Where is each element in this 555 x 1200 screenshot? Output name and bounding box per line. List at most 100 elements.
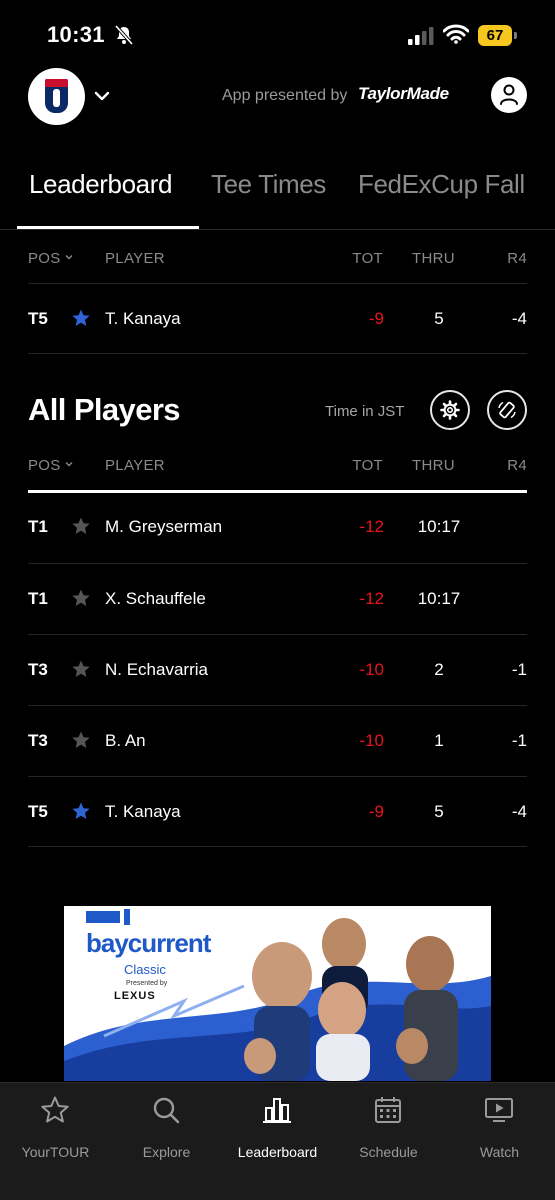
player-position: T1 xyxy=(28,517,48,536)
rotate-device-icon xyxy=(498,401,516,419)
player-thru: 5 xyxy=(434,309,444,328)
player-round4: -1 xyxy=(511,731,527,750)
status-bar: 10:31 67 xyxy=(0,0,555,72)
player-row[interactable]: T1 M. Greyserman -12 10:17 xyxy=(28,492,527,563)
chevron-down-icon[interactable] xyxy=(93,87,111,105)
status-time: 10:31 xyxy=(47,22,105,47)
nav-label: Watch xyxy=(479,1144,520,1160)
tot-column-header: TOT xyxy=(352,250,383,267)
nav-label: Schedule xyxy=(359,1144,418,1160)
calendar-icon xyxy=(375,1097,401,1123)
play-icon xyxy=(485,1098,513,1122)
presented-by-text: App presented by xyxy=(222,87,348,104)
ad-presented-text: Presented by xyxy=(126,980,168,987)
player-thru: 10:17 xyxy=(417,589,461,608)
player-column-header: PLAYER xyxy=(105,457,165,474)
player-thru: 10:17 xyxy=(417,517,461,536)
player-row[interactable]: T3 B. An -10 1 -1 xyxy=(28,705,527,776)
active-tab-indicator xyxy=(17,226,199,229)
nav-label: Leaderboard xyxy=(237,1144,318,1160)
chevron-down-icon xyxy=(65,255,73,260)
nav-label: Explore xyxy=(142,1144,191,1160)
player-name: X. Schauffele xyxy=(105,589,206,608)
tab-bar: Leaderboard Tee Times FedExCup Fall xyxy=(0,160,555,230)
favorite-player-row[interactable]: T5 T. Kanaya -9 5 -4 xyxy=(28,283,527,354)
player-name: M. Greyserman xyxy=(105,517,223,536)
player-name: N. Echavarria xyxy=(105,660,208,679)
player-total: -12 xyxy=(359,589,384,608)
player-name: B. An xyxy=(105,731,146,750)
taylormade-logo: TaylorMade xyxy=(358,84,449,103)
pos-sort-header[interactable]: POS xyxy=(28,457,73,474)
tab-fedexcup-fall[interactable]: FedExCup Fall xyxy=(358,169,525,200)
player-position: T1 xyxy=(28,589,48,608)
ad-event-text: Classic xyxy=(124,962,166,977)
player-column-header: PLAYER xyxy=(105,250,165,267)
ad-banner[interactable]: baycurrent Classic Presented by LEXUS xyxy=(64,906,491,1081)
app-header: App presented by TaylorMade xyxy=(0,68,555,128)
tab-tee-times[interactable]: Tee Times xyxy=(211,169,326,200)
nav-explore[interactable]: Explore xyxy=(111,1093,222,1163)
search-icon xyxy=(153,1097,180,1124)
player-thru: 1 xyxy=(434,731,444,750)
star-icon xyxy=(41,1096,69,1123)
player-round4: -4 xyxy=(511,309,527,328)
player-row[interactable]: T1 X. Schauffele -12 10:17 xyxy=(28,563,527,634)
player-thru: 5 xyxy=(434,802,444,821)
favorite-star-icon[interactable] xyxy=(71,801,91,821)
player-position: T3 xyxy=(28,731,48,750)
all-players-table-header: POS PLAYER TOT THRU R4 xyxy=(28,439,527,491)
nav-schedule[interactable]: Schedule xyxy=(333,1093,444,1163)
player-position: T5 xyxy=(28,309,48,328)
player-total: -12 xyxy=(359,517,384,536)
chevron-down-icon xyxy=(65,462,73,467)
settings-button[interactable] xyxy=(430,390,470,430)
player-name: T. Kanaya xyxy=(105,802,181,821)
star-icon[interactable] xyxy=(71,516,91,536)
player-total: -9 xyxy=(368,309,384,328)
player-position: T5 xyxy=(28,802,48,821)
player-total: -9 xyxy=(368,802,384,821)
lexus-logo: LEXUS xyxy=(114,990,156,1002)
cellular-signal-icon xyxy=(408,27,434,45)
profile-button[interactable] xyxy=(491,77,527,113)
wifi-icon xyxy=(443,24,469,44)
player-total: -10 xyxy=(359,731,384,750)
r4-column-header: R4 xyxy=(507,250,527,267)
all-players-title: All Players xyxy=(28,392,181,427)
player-round4: -4 xyxy=(511,802,527,821)
player-thru: 2 xyxy=(434,660,444,679)
user-icon xyxy=(500,84,518,105)
nav-label: YourTOUR xyxy=(21,1144,90,1160)
pga-tour-logo[interactable] xyxy=(28,68,85,125)
player-round4: -1 xyxy=(511,660,527,679)
bar-chart-icon xyxy=(263,1098,291,1123)
star-icon[interactable] xyxy=(71,659,91,679)
tot-column-header: TOT xyxy=(352,457,383,474)
nav-leaderboard[interactable]: Leaderboard xyxy=(222,1093,333,1163)
favorite-star-icon[interactable] xyxy=(71,308,91,328)
timezone-label: Time in JST xyxy=(325,403,405,420)
pos-sort-header[interactable]: POS xyxy=(28,250,73,267)
nav-watch[interactable]: Watch xyxy=(444,1093,555,1163)
star-icon[interactable] xyxy=(71,730,91,750)
tab-leaderboard[interactable]: Leaderboard xyxy=(29,169,172,200)
thru-column-header: THRU xyxy=(412,250,455,267)
bottom-navigation: YourTOUR Explore Leaderboard Schedule Wa… xyxy=(0,1082,555,1200)
player-total: -10 xyxy=(359,660,384,679)
battery-indicator: 67 xyxy=(478,25,518,46)
star-icon[interactable] xyxy=(71,588,91,608)
player-name: T. Kanaya xyxy=(105,309,181,328)
player-row[interactable]: T5 T. Kanaya -9 5 -4 xyxy=(28,776,527,847)
battery-level: 67 xyxy=(478,25,512,46)
nav-yourtour[interactable]: YourTOUR xyxy=(0,1093,111,1163)
thru-column-header: THRU xyxy=(412,457,455,474)
player-row[interactable]: T3 N. Echavarria -10 2 -1 xyxy=(28,634,527,705)
ad-brand-text: baycurrent xyxy=(86,928,211,958)
bell-off-icon xyxy=(114,25,134,45)
player-position: T3 xyxy=(28,660,48,679)
r4-column-header: R4 xyxy=(507,457,527,474)
rotate-screen-button[interactable] xyxy=(487,390,527,430)
favorites-table-header: POS PLAYER TOT THRU R4 xyxy=(28,232,527,284)
gear-icon xyxy=(440,400,460,420)
